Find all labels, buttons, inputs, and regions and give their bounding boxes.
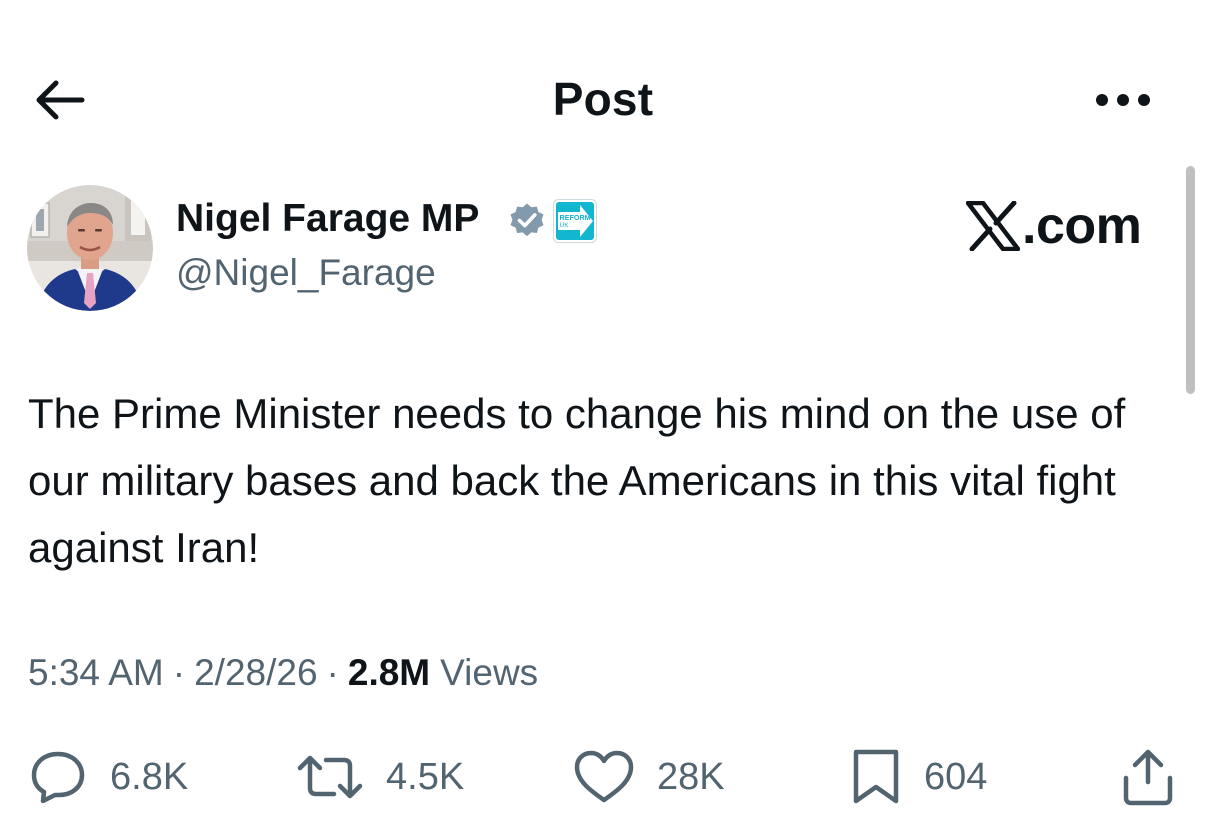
author-display-name[interactable]: Nigel Farage MP [176, 197, 479, 241]
avatar[interactable] [27, 185, 153, 311]
watermark-text: .com [1022, 197, 1142, 255]
more-horizontal-icon [1096, 94, 1150, 106]
post-time[interactable]: 5:34 AM [28, 652, 164, 694]
back-button[interactable] [28, 74, 90, 126]
reform-badge-text-2: UK [560, 222, 570, 229]
bookmark-button[interactable]: 604 [850, 744, 987, 810]
verified-badge-icon[interactable] [508, 202, 546, 240]
bookmark-count: 604 [924, 755, 988, 798]
share-icon [1123, 749, 1173, 806]
reform-uk-affiliate-badge[interactable]: REFORM UK [553, 199, 597, 243]
reply-count: 6.8K [110, 755, 189, 798]
more-options-button[interactable] [1090, 80, 1156, 120]
post-date[interactable]: 2/28/26 [194, 652, 317, 694]
page-title-container: Post [0, 72, 1206, 126]
views-label: Views [440, 652, 539, 693]
repost-button[interactable]: 4.5K [296, 744, 464, 810]
views-count: 2.8M [347, 652, 431, 693]
meta-separator: · [326, 652, 339, 693]
page-title: Post [552, 73, 654, 125]
repost-count: 4.5K [386, 755, 465, 798]
meta-separator: · [172, 652, 186, 693]
reply-icon [31, 751, 85, 804]
reform-badge-text-1: REFORM [560, 213, 591, 222]
heart-icon [574, 750, 634, 803]
x-logo-icon [966, 201, 1020, 251]
arrow-left-icon [36, 80, 85, 120]
author-handle[interactable]: @Nigel_Farage [176, 252, 436, 294]
reply-button[interactable]: 6.8K [28, 744, 188, 810]
x-com-watermark: .com [966, 196, 1142, 256]
avatar-photo [27, 185, 153, 311]
scrollbar[interactable] [1186, 166, 1195, 394]
post-meta: 5:34 AM · 2/28/26 · 2.8M Views [28, 652, 538, 694]
like-button[interactable]: 28K [573, 744, 725, 810]
share-button[interactable] [1120, 744, 1176, 810]
post-text: The Prime Minister needs to change his m… [28, 390, 1126, 571]
bookmark-icon [853, 749, 899, 804]
repost-icon [297, 755, 363, 799]
like-count: 28K [657, 755, 725, 798]
